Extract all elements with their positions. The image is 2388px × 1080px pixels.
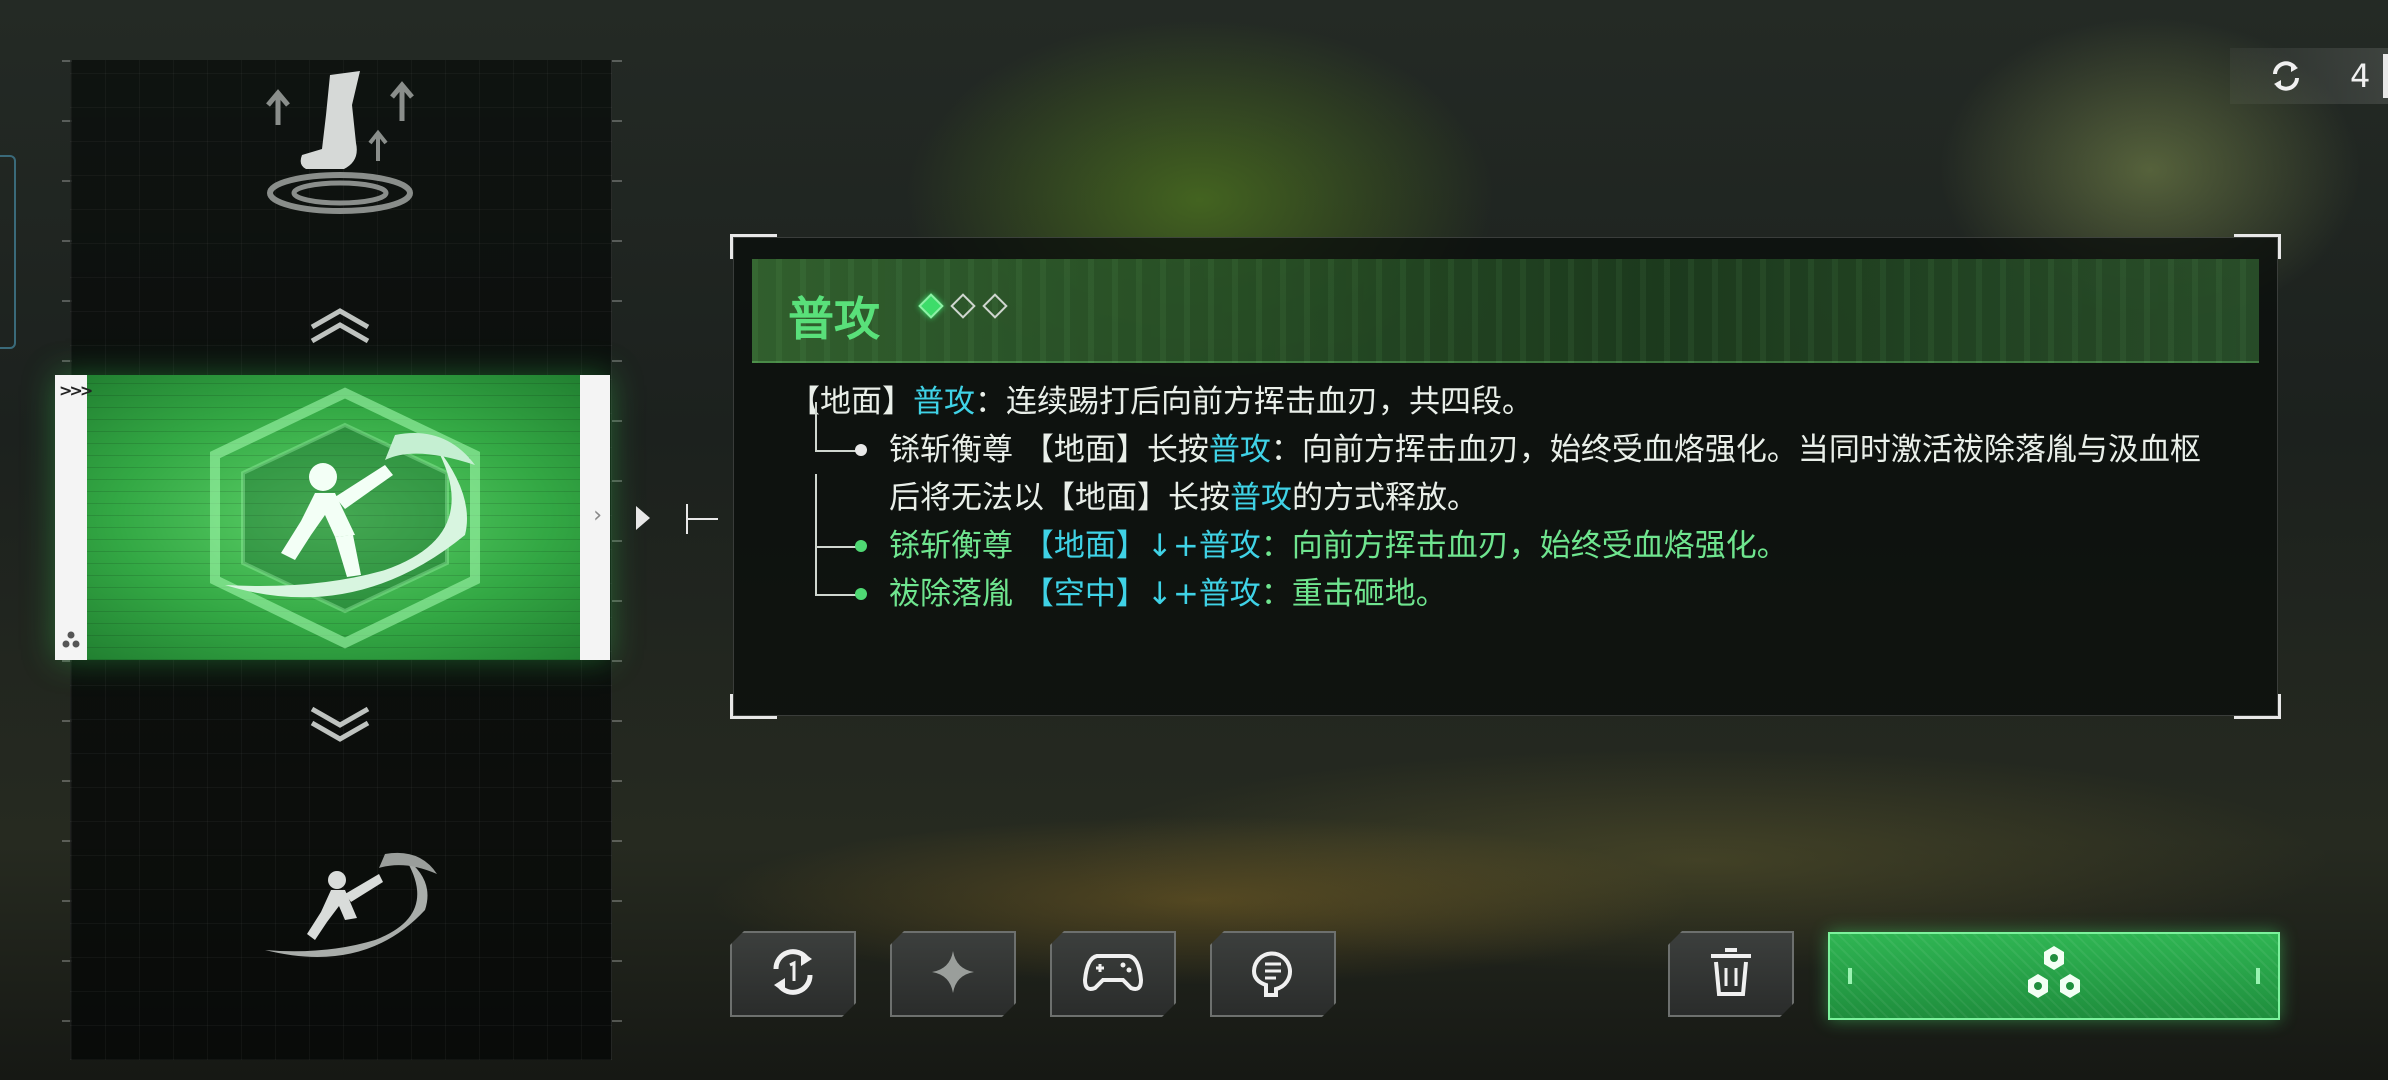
blade-slash-icon[interactable] <box>250 830 450 980</box>
card-left-strip: >>> <box>55 375 93 660</box>
button-tick <box>1848 968 1852 984</box>
right-tick-rail <box>612 60 622 1060</box>
bullet-icon <box>855 588 867 600</box>
panel-corner <box>2234 234 2281 259</box>
controls-button[interactable] <box>1050 931 1176 1017</box>
reset-button[interactable] <box>730 931 856 1017</box>
branch-input: 【地面】↓+ <box>1013 528 1199 564</box>
branch-line: 铩斩衡尊 【地面】长按普攻：向前方挥击血刃，始终受血烙强化。当同时激活祓除落胤与… <box>789 402 2237 522</box>
panel-corner <box>730 234 777 259</box>
side-drawer-tab[interactable] <box>0 155 16 349</box>
button-tick <box>2256 968 2260 984</box>
branch-connector <box>815 402 861 452</box>
reset-icon <box>766 945 820 1003</box>
help-icon <box>1246 945 1300 1003</box>
selected-skill-card[interactable]: >>> › <box>55 375 610 660</box>
description-text: ：连续踢打后向前方挥击血刃，共四段。 <box>975 384 1533 420</box>
play-arrow-icon <box>636 506 650 530</box>
card-right-strip: › <box>580 375 610 660</box>
bullet-icon <box>855 444 867 456</box>
branch-line: 铩斩衡尊 【地面】↓+普攻：向前方挥击血刃，始终受血烙强化。 <box>789 474 2237 570</box>
branch-name: 铩斩衡尊 <box>889 432 1013 468</box>
skill-keyword: 普攻 <box>913 384 975 420</box>
chevron-right-icon: › <box>593 503 602 528</box>
counter-edge <box>2383 54 2388 98</box>
branch-text: 的方式释放。 <box>1292 480 1478 516</box>
panel-corner <box>2234 694 2281 719</box>
rank-diamond-icon <box>918 293 944 319</box>
branch-connector <box>815 474 861 548</box>
rank-diamond-icon <box>982 293 1008 319</box>
scroll-down-chevron-icon[interactable] <box>300 700 380 750</box>
equip-button[interactable] <box>1828 932 2280 1020</box>
skill-keyword: 普攻 <box>1230 480 1292 516</box>
blade-slash-icon <box>185 385 505 650</box>
effects-button[interactable] <box>890 931 1016 1017</box>
branch-input: 【空中】↓+ <box>1013 576 1199 612</box>
branch-text: ：重击砸地。 <box>1260 576 1447 612</box>
gamepad-icon <box>1083 950 1143 998</box>
branch-line: 祓除落胤 【空中】↓+普攻：重击砸地。 <box>789 546 2237 618</box>
panel-corner <box>730 694 777 719</box>
sparkle-icon <box>928 947 978 1001</box>
card-arrows-badge: >>> <box>59 381 93 400</box>
dodge-kick-icon[interactable] <box>250 60 430 220</box>
skill-description-panel: 普攻 【地面】普攻：连续踢打后向前方挥击血刃，共四段。 铩斩衡尊 【地面】长按普… <box>730 234 2281 719</box>
connector-bracket <box>686 504 718 534</box>
counter-value: 4 <box>2350 57 2371 95</box>
refresh-counter[interactable]: 4 <box>2230 48 2388 104</box>
hexagon-cluster-icon <box>2022 942 2086 1010</box>
branch-name: 祓除落胤 <box>889 576 1013 612</box>
branch-input: 【地面】长按 <box>1013 432 1209 468</box>
branch-text: ：向前方挥击血刃，始终受血烙强化。 <box>1260 528 1788 564</box>
panel-header: 普攻 <box>752 259 2259 363</box>
refresh-icon[interactable] <box>2268 58 2304 98</box>
branch-connector <box>815 546 861 596</box>
main-description-line: 【地面】普攻：连续踢打后向前方挥击血刃，共四段。 <box>789 378 2237 426</box>
rank-diamond-icon <box>950 293 976 319</box>
scroll-up-chevron-icon[interactable] <box>300 300 380 350</box>
delete-button[interactable] <box>1668 931 1794 1017</box>
skill-description: 【地面】普攻：连续踢打后向前方挥击血刃，共四段。 铩斩衡尊 【地面】长按普攻：向… <box>789 378 2237 618</box>
branch-name: 铩斩衡尊 <box>889 528 1013 564</box>
skill-keyword: 普攻 <box>1198 528 1261 564</box>
rank-indicator <box>918 293 1008 319</box>
skill-keyword: 普攻 <box>1208 432 1271 468</box>
hexagon-mini-icon <box>61 630 81 654</box>
help-button[interactable] <box>1210 931 1336 1017</box>
skill-title: 普攻 <box>788 292 880 346</box>
trash-icon <box>1707 946 1755 1002</box>
skill-keyword: 普攻 <box>1198 576 1261 612</box>
